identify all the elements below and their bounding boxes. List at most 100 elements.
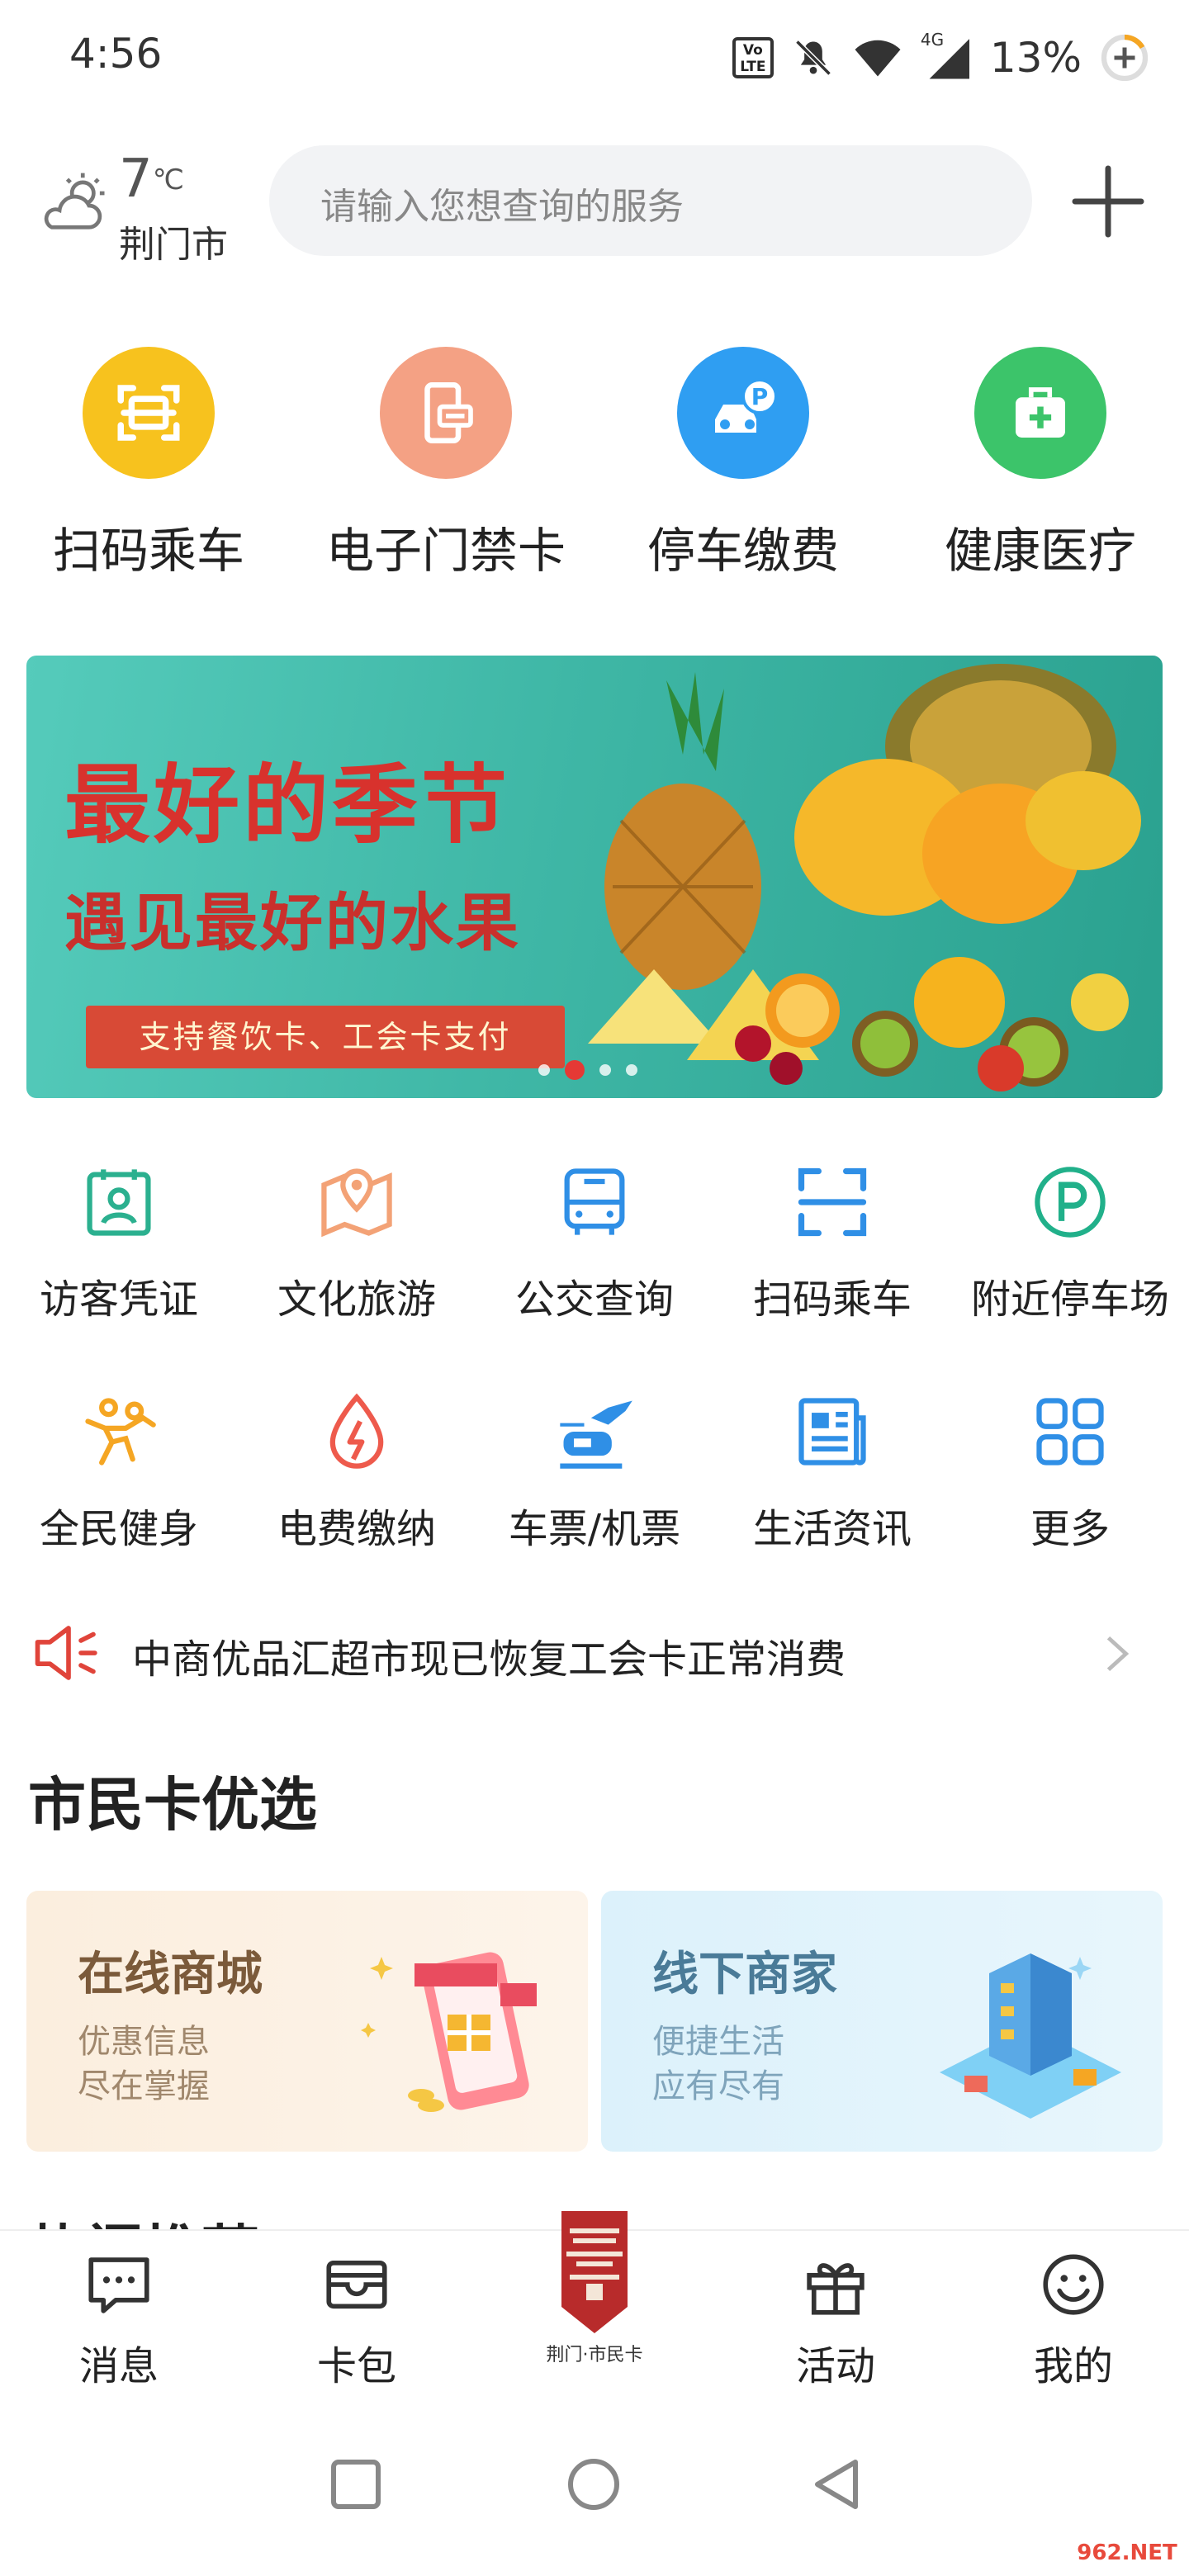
nav-label: 我的 [1033, 2343, 1113, 2389]
grid-item-tickets[interactable]: 车票/机票 [476, 1390, 713, 1554]
battery-icon [1101, 34, 1149, 82]
promo-banner[interactable]: 最好的季节 遇见最好的水果 支持餐饮卡、工会卡支付 [26, 656, 1163, 1098]
service-parking-pay[interactable]: P 停车缴费 [594, 347, 892, 581]
card-subtitle: 优惠信息 [78, 2023, 210, 2061]
mute-bell-icon [795, 40, 831, 76]
grid-label: 全民健身 [39, 1506, 198, 1552]
scan-icon [798, 1167, 867, 1237]
carousel-dot[interactable] [538, 1064, 550, 1076]
service-label: 电子门禁卡 [325, 523, 566, 579]
temp-value: 7 [119, 149, 153, 210]
nav-mine[interactable]: 我的 [991, 2247, 1156, 2391]
bus-icon [564, 1168, 625, 1235]
service-label: 扫码乘车 [52, 523, 244, 579]
nav-card-wallet[interactable]: 卡包 [274, 2247, 439, 2391]
grid-item-life-news[interactable]: 生活资讯 [713, 1390, 951, 1554]
grid-item-electricity[interactable]: 电费缴纳 [238, 1390, 476, 1554]
system-nav-bar: 962.NET [0, 2411, 1189, 2576]
grid-label: 车票/机票 [508, 1506, 681, 1552]
grid-item-culture-travel[interactable]: 文化旅游 [238, 1161, 476, 1324]
grid-label: 生活资讯 [752, 1506, 912, 1552]
grid-label: 文化旅游 [277, 1276, 436, 1323]
banner-pill: 支持餐饮卡、工会卡支付 [86, 1006, 565, 1068]
train-plane-icon [560, 1400, 632, 1469]
shopping-phone-icon [361, 1952, 537, 2112]
grid-label: 附近停车场 [970, 1276, 1169, 1323]
fitness-icon [85, 1398, 156, 1466]
grid-label: 电费缴纳 [277, 1506, 436, 1552]
grid-label: 公交查询 [514, 1276, 674, 1323]
nav-label: 卡包 [316, 2343, 396, 2389]
grid-item-more[interactable]: 更多 [951, 1390, 1189, 1554]
card-wallet-icon [326, 2260, 387, 2309]
wifi-icon [855, 40, 901, 77]
parking-icon [1035, 1167, 1106, 1238]
battery-percent: 13% [989, 34, 1082, 82]
electricity-icon [329, 1393, 384, 1469]
card-online-mall[interactable]: 在线商城 优惠信息 尽在掌握 [26, 1891, 588, 2152]
map-pin-icon [321, 1168, 392, 1238]
service-health[interactable]: 健康医疗 [892, 347, 1189, 581]
temp-unit: ℃ [152, 163, 184, 197]
card-subtitle: 便捷生活 [652, 2023, 784, 2061]
search-input[interactable]: 请输入您想查询的服务 [269, 145, 1032, 256]
gift-icon [807, 2263, 865, 2315]
parking-car-icon: P [677, 347, 809, 479]
nav-messages[interactable]: 消息 [36, 2247, 201, 2391]
bottom-nav: 消息 卡包 荆门·市民卡 活动 我的 [0, 2211, 1189, 2404]
carousel-dot-active[interactable] [565, 1060, 585, 1080]
carousel-dot[interactable] [626, 1064, 637, 1076]
card-offline-merchants[interactable]: 线下商家 便捷生活 应有尽有 [601, 1891, 1163, 2152]
scan-icon [83, 347, 215, 479]
svg-text:P: P [751, 383, 769, 410]
nav-city-card[interactable]: 荆门·市民卡 [512, 2198, 677, 2366]
grid-label: 扫码乘车 [752, 1276, 912, 1323]
card-subtitle: 尽在掌握 [78, 2067, 210, 2105]
grid-item-nearby-parking[interactable]: 附近停车场 [951, 1161, 1189, 1324]
banner-headline: 最好的季节 [64, 754, 511, 855]
grid-label: 访客凭证 [39, 1276, 198, 1323]
banner-subheadline: 遇见最好的水果 [64, 886, 521, 959]
carousel-dot[interactable] [599, 1064, 611, 1076]
grid-item-visitor[interactable]: 访客凭证 [0, 1161, 238, 1324]
service-access-card[interactable]: 电子门禁卡 [297, 347, 594, 581]
message-icon [88, 2257, 149, 2313]
access-card-icon [380, 347, 512, 479]
status-bar: 4:56 Vo LTE 4G 13% [0, 0, 1189, 124]
grid-label: 更多 [1030, 1506, 1110, 1552]
nav-activity[interactable]: 活动 [753, 2247, 918, 2391]
card-subtitle: 应有尽有 [652, 2067, 784, 2105]
grid-item-bus[interactable]: 公交查询 [476, 1161, 713, 1324]
service-scan-ride[interactable]: 扫码乘车 [0, 347, 297, 581]
watermark: 962.NET [1073, 2535, 1181, 2571]
nav-label: 消息 [78, 2343, 159, 2389]
news-icon [798, 1398, 866, 1466]
top-services: 扫码乘车 电子门禁卡 P 停车缴费 健康医疗 [0, 347, 1189, 594]
logo-caption: 荆门·市民卡 [546, 2345, 643, 2365]
home-icon[interactable] [565, 2455, 623, 2513]
volte-icon: Vo LTE [732, 37, 774, 78]
carousel-indicator [538, 1060, 637, 1080]
status-time: 4:56 [69, 30, 163, 78]
service-label: 健康医疗 [944, 523, 1136, 579]
grid-item-fitness[interactable]: 全民健身 [0, 1390, 238, 1554]
search-placeholder: 请输入您想查询的服务 [320, 186, 684, 228]
network-type: 4G [920, 30, 945, 50]
weather-widget[interactable]: 7℃ 荆门市 [36, 149, 259, 266]
store-building-icon [940, 1953, 1121, 2119]
fruit-illustration [588, 664, 1141, 1091]
recent-apps-icon[interactable] [327, 2455, 385, 2513]
smile-icon [1043, 2254, 1104, 2315]
section-title: 市民卡优选 [28, 1771, 317, 1839]
card-title: 在线商城 [78, 1948, 263, 2001]
chevron-right-icon [1106, 1636, 1130, 1672]
add-plus-icon[interactable] [1068, 162, 1148, 241]
cell-signal-icon: 4G [921, 30, 972, 81]
notice-text: 中商优品汇超市现已恢复工会卡正常消费 [132, 1636, 846, 1683]
back-icon[interactable] [809, 2455, 864, 2513]
cloudy-sun-icon [44, 173, 105, 230]
grid-item-scan-ride[interactable]: 扫码乘车 [713, 1161, 951, 1324]
speaker-icon [35, 1626, 97, 1680]
notice-bar[interactable]: 中商优品汇超市现已恢复工会卡正常消费 [0, 1602, 1189, 1701]
weather-temp: 7℃ [119, 149, 184, 210]
